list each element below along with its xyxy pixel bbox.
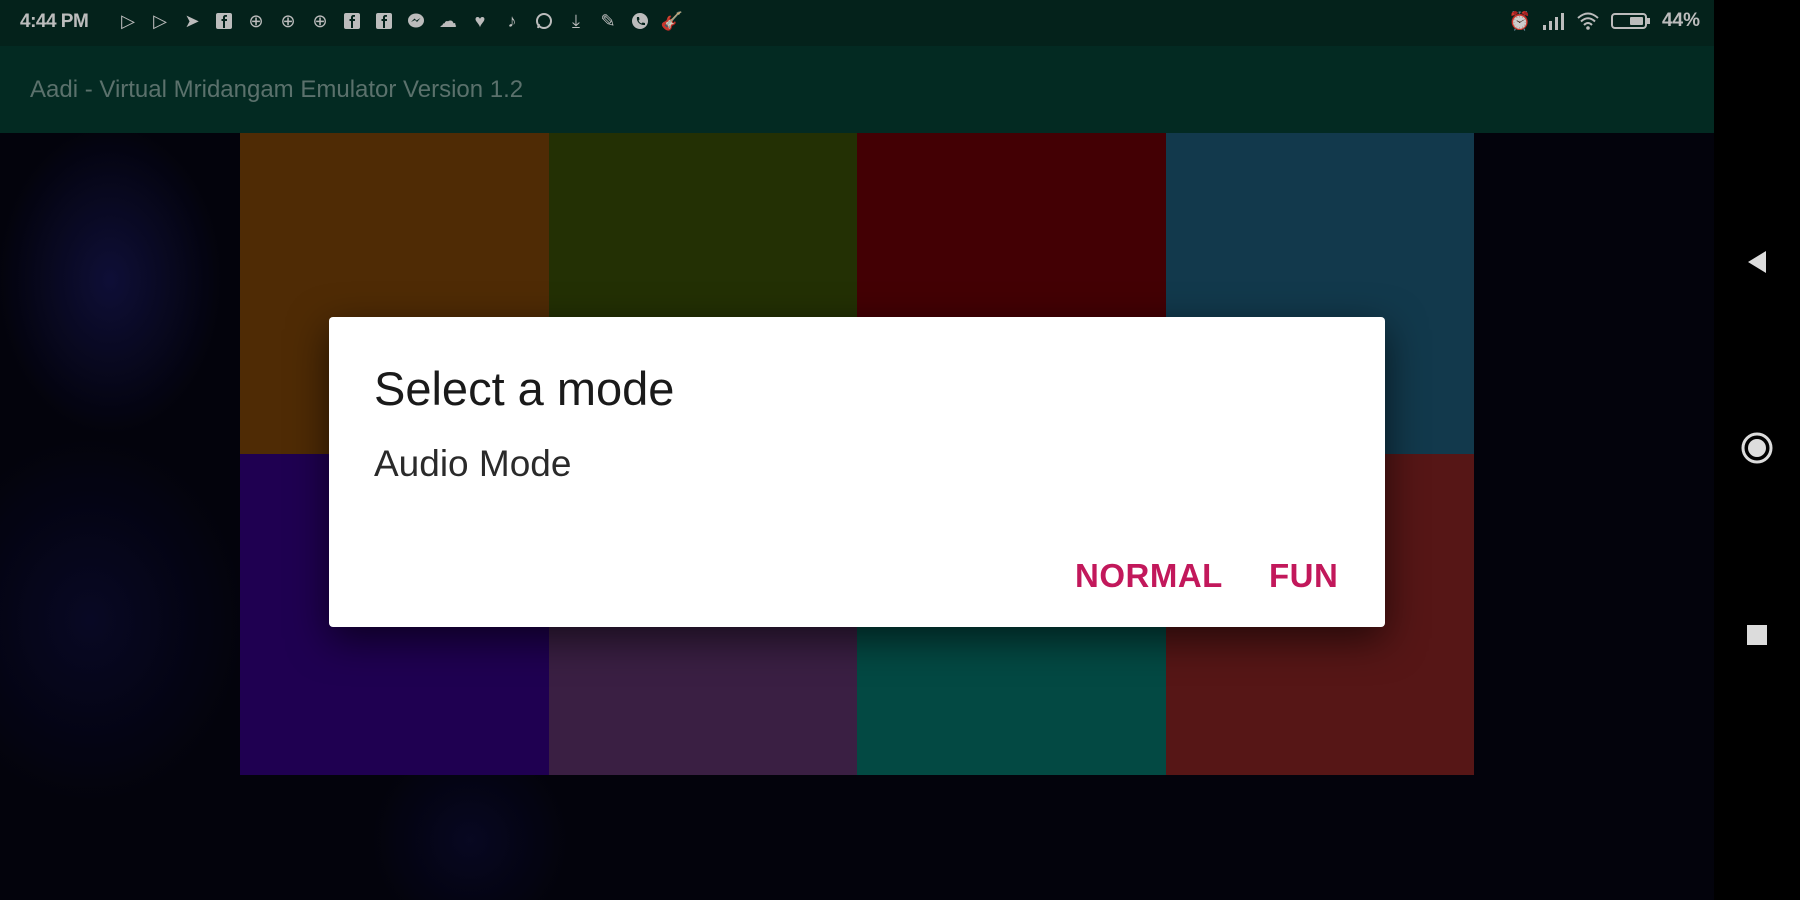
dialog-message: Audio Mode [374, 443, 572, 484]
navigation-bar [1714, 0, 1800, 900]
screen: 4:44 PM ▷ ▷ ➤ ⊕ ⊕ ⊕ ☁ ♥ ♪ ⤓ ✎ 🎸 ⏰ 44% Aa… [0, 0, 1800, 900]
recents-button[interactable] [1714, 602, 1800, 672]
home-button[interactable] [1714, 415, 1800, 485]
back-button[interactable] [1714, 229, 1800, 299]
mode-dialog: Select a mode Audio Mode NORMAL FUN [329, 317, 1385, 627]
fun-button[interactable]: FUN [1269, 557, 1338, 595]
recents-icon [1745, 623, 1769, 652]
dialog-title: Select a mode [374, 362, 675, 415]
back-icon [1744, 248, 1770, 281]
normal-button[interactable]: NORMAL [1075, 557, 1223, 595]
home-icon [1740, 431, 1774, 470]
